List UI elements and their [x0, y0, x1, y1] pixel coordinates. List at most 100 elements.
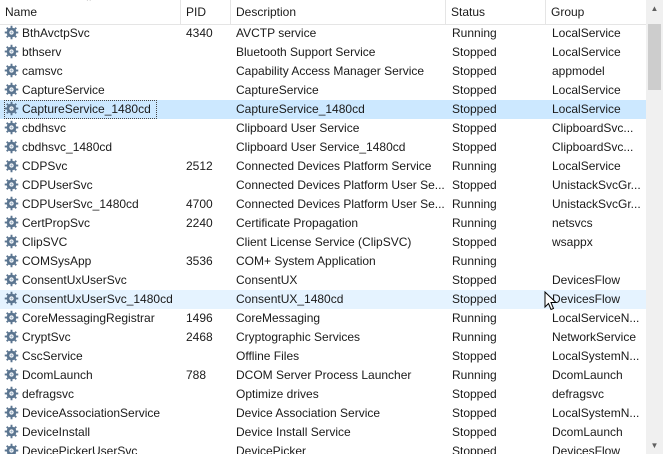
- service-status: Stopped: [452, 292, 497, 306]
- column-header-pid[interactable]: PID: [181, 0, 231, 24]
- table-row[interactable]: CaptureService_1480cd CaptureService_1480…: [0, 100, 646, 119]
- table-row[interactable]: DcomLaunch 788 DCOM Server Process Launche…: [0, 366, 646, 385]
- service-name-cell[interactable]: DeviceInstall: [4, 423, 96, 442]
- service-pid: [181, 43, 231, 62]
- name-cell-container: camsvc: [0, 62, 181, 81]
- table-row[interactable]: CDPSvc 2512 Connected Devices Platform Ser…: [0, 157, 646, 176]
- table-row[interactable]: cbdhsvc Clipboard User Service Stopped Clip…: [0, 119, 646, 138]
- service-name-cell[interactable]: CaptureService: [4, 81, 111, 100]
- service-name-cell[interactable]: ConsentUxUserSvc: [4, 271, 133, 290]
- service-pid: 2512: [186, 159, 213, 173]
- service-name-cell[interactable]: CscService: [4, 347, 89, 366]
- service-name-cell[interactable]: CDPUserSvc_1480cd: [4, 195, 145, 214]
- service-status: Stopped: [452, 64, 497, 78]
- service-group: UnistackSvcGr...: [552, 197, 641, 211]
- table-row[interactable]: ClipSVC Client License Service (ClipSVC) S…: [0, 233, 646, 252]
- table-row[interactable]: DeviceInstall Device Install Service Stopp…: [0, 423, 646, 442]
- service-name-cell[interactable]: CryptSvc: [4, 328, 77, 347]
- table-row[interactable]: ConsentUxUserSvc ConsentUX Stopped DevicesF…: [0, 271, 646, 290]
- scrollbar-thumb[interactable]: [648, 24, 661, 90]
- service-name-cell[interactable]: ClipSVC: [4, 233, 73, 252]
- service-status: Running: [452, 311, 497, 325]
- service-name-cell[interactable]: CDPUserSvc: [4, 176, 99, 195]
- column-header-name[interactable]: Name ⌃: [0, 0, 181, 24]
- gear-icon: [4, 101, 19, 116]
- service-name: CDPUserSvc: [22, 178, 93, 192]
- service-description: Client License Service (ClipSVC): [236, 235, 412, 249]
- scroll-down-arrow-icon[interactable]: ▼: [646, 437, 663, 454]
- gear-icon: [4, 310, 19, 325]
- service-name-cell[interactable]: DcomLaunch: [4, 366, 99, 385]
- table-row[interactable]: CaptureService CaptureService Stopped Local…: [0, 81, 646, 100]
- service-status: Running: [452, 330, 497, 344]
- service-group: defragsvc: [552, 387, 605, 401]
- service-status: Running: [452, 159, 497, 173]
- service-name-cell[interactable]: DeviceAssociationService: [4, 404, 166, 423]
- service-status: Stopped: [452, 140, 497, 154]
- service-name-cell[interactable]: camsvc: [4, 62, 69, 81]
- service-name-cell[interactable]: COMSysApp: [4, 252, 97, 271]
- name-cell-container: CoreMessagingRegistrar: [0, 309, 181, 328]
- table-row[interactable]: CryptSvc 2468 Cryptographic Services Runnin…: [0, 328, 646, 347]
- service-name-cell[interactable]: CertPropSvc: [4, 214, 96, 233]
- service-name-cell[interactable]: DevicePickerUserSvc: [4, 442, 143, 454]
- service-status: Stopped: [452, 387, 497, 401]
- name-cell-container: bthserv: [0, 43, 181, 62]
- service-status: Stopped: [452, 406, 497, 420]
- service-name: CaptureService: [22, 83, 105, 97]
- service-name-cell[interactable]: BthAvctpSvc: [4, 24, 96, 43]
- column-header-description[interactable]: Description: [231, 0, 446, 24]
- service-description: ConsentUX: [236, 273, 298, 287]
- service-pid: [181, 271, 231, 290]
- service-name-cell[interactable]: bthserv: [4, 43, 67, 62]
- service-name-cell[interactable]: CaptureService_1480cd: [4, 100, 157, 119]
- table-row[interactable]: bthserv Bluetooth Support Service Stopped L…: [0, 43, 646, 62]
- service-status: Running: [452, 197, 497, 211]
- service-description: DCOM Server Process Launcher: [236, 368, 412, 382]
- gear-icon: [4, 272, 19, 287]
- service-description: Offline Files: [236, 349, 300, 363]
- gear-icon: [4, 139, 19, 154]
- name-cell-container: DcomLaunch: [0, 366, 181, 385]
- service-status: Running: [452, 216, 497, 230]
- table-row[interactable]: defragsvc Optimize drives Stopped defragsvc: [0, 385, 646, 404]
- service-name-cell[interactable]: ConsentUxUserSvc_1480cd: [4, 290, 179, 309]
- service-group: LocalSystemN...: [552, 406, 640, 420]
- service-name-cell[interactable]: cbdhsvc: [4, 119, 72, 138]
- table-row[interactable]: CscService Offline Files Stopped LocalSyste…: [0, 347, 646, 366]
- table-row[interactable]: camsvc Capability Access Manager Service S…: [0, 62, 646, 81]
- service-status: Stopped: [452, 83, 497, 97]
- table-row[interactable]: DevicePickerUserSvc DevicePicker Stopped De…: [0, 442, 646, 454]
- name-cell-container: ConsentUxUserSvc_1480cd: [0, 290, 181, 309]
- service-name-cell[interactable]: CoreMessagingRegistrar: [4, 309, 161, 328]
- table-row[interactable]: CDPUserSvc_1480cd 4700 Connected Devices P…: [0, 195, 646, 214]
- scroll-up-arrow-icon[interactable]: ▲: [646, 0, 663, 17]
- column-header-status[interactable]: Status: [446, 0, 546, 24]
- service-pid: [181, 442, 231, 454]
- name-cell-container: cbdhsvc: [0, 119, 181, 138]
- service-description: DevicePicker: [236, 444, 307, 454]
- service-group: netsvcs: [552, 216, 593, 230]
- service-name: COMSysApp: [22, 254, 92, 268]
- name-cell-container: CscService: [0, 347, 181, 366]
- table-row[interactable]: COMSysApp 3536 COM+ System Application Runn…: [0, 252, 646, 271]
- table-row[interactable]: cbdhsvc_1480cd Clipboard User Service_148…: [0, 138, 646, 157]
- vertical-scrollbar[interactable]: ▲ ▼: [646, 0, 663, 454]
- gear-icon: [4, 25, 19, 40]
- name-cell-container: CDPUserSvc: [0, 176, 181, 195]
- table-row[interactable]: CertPropSvc 2240 Certificate Propagation Ru…: [0, 214, 646, 233]
- service-description: COM+ System Application: [236, 254, 376, 268]
- gear-icon: [4, 44, 19, 59]
- service-name-cell[interactable]: cbdhsvc_1480cd: [4, 138, 118, 157]
- column-header-group[interactable]: Group: [546, 0, 646, 24]
- table-row[interactable]: CoreMessagingRegistrar 1496 CoreMessaging R…: [0, 309, 646, 328]
- service-name: CaptureService_1480cd: [22, 102, 151, 116]
- service-name-cell[interactable]: defragsvc: [4, 385, 80, 404]
- table-row[interactable]: DeviceAssociationService Device Associati…: [0, 404, 646, 423]
- service-name: cbdhsvc_1480cd: [22, 140, 113, 154]
- service-name-cell[interactable]: CDPSvc: [4, 157, 73, 176]
- service-status: Stopped: [452, 273, 497, 287]
- table-row[interactable]: CDPUserSvc Connected Devices Platform Use…: [0, 176, 646, 195]
- table-row[interactable]: BthAvctpSvc 4340 AVCTP service Running Local…: [0, 24, 646, 43]
- gear-icon: [4, 424, 19, 439]
